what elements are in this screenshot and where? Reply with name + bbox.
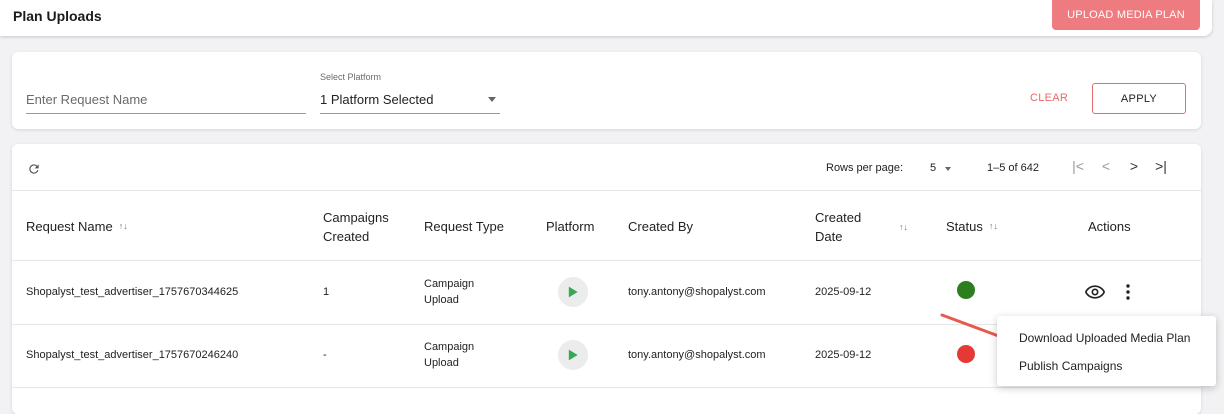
- apply-button[interactable]: APPLY: [1092, 83, 1186, 114]
- cell-created-date: 2025-09-12: [815, 286, 872, 298]
- cell-created-by: tony.antony@shopalyst.com: [628, 286, 766, 298]
- actions-menu: Download Uploaded Media Plan Publish Cam…: [997, 316, 1216, 386]
- chevron-right-icon[interactable]: >: [1126, 158, 1142, 174]
- eye-icon[interactable]: [1085, 285, 1105, 299]
- cell-campaigns-created: -: [323, 349, 327, 361]
- row-divider: [12, 387, 1201, 388]
- status-indicator: [957, 281, 975, 299]
- page-title: Plan Uploads: [13, 8, 102, 24]
- pagination-range: 1–5 of 642: [987, 162, 1039, 174]
- first-page-icon[interactable]: |<: [1070, 158, 1086, 174]
- col-header-actions: Actions: [1088, 219, 1131, 234]
- last-page-icon[interactable]: >|: [1153, 158, 1169, 174]
- platform-select-label: Select Platform: [320, 72, 382, 82]
- col-header-created-date[interactable]: Created Date: [815, 208, 861, 246]
- rows-per-page-label: Rows per page:: [826, 162, 904, 174]
- col-header-platform: Platform: [546, 219, 595, 234]
- google-play-icon: [558, 277, 588, 307]
- col-header-created-by: Created By: [628, 219, 694, 234]
- cell-created-date: 2025-09-12: [815, 349, 872, 361]
- filter-panel: Enter Request Name Select Platform 1 Pla…: [12, 52, 1201, 129]
- col-header-campaigns-created: Campaigns Created: [323, 210, 389, 244]
- sort-icon[interactable]: ↑↓: [119, 221, 128, 231]
- sort-icon[interactable]: ↑↓: [989, 221, 998, 231]
- caret-down-icon[interactable]: [945, 167, 951, 171]
- top-bar: Plan Uploads: [0, 0, 1212, 36]
- refresh-icon[interactable]: [27, 162, 41, 176]
- row-divider: [12, 260, 1201, 261]
- cell-request-name: Shopalyst_test_advertiser_1757670246240: [26, 349, 239, 361]
- platform-select[interactable]: 1 Platform Selected: [320, 90, 500, 114]
- upload-media-plan-button[interactable]: UPLOAD MEDIA PLAN: [1052, 0, 1200, 30]
- col-header-request-type: Request Type: [424, 219, 504, 234]
- col-header-status[interactable]: Status ↑↓: [946, 217, 998, 236]
- cell-created-by: tony.antony@shopalyst.com: [628, 349, 766, 361]
- google-play-icon: [558, 340, 588, 370]
- menu-item-download-media-plan[interactable]: Download Uploaded Media Plan: [1019, 331, 1190, 345]
- rows-per-page-select[interactable]: 5: [930, 162, 936, 174]
- caret-down-icon: [488, 97, 496, 102]
- kebab-menu-icon[interactable]: [1126, 284, 1130, 300]
- sort-icon[interactable]: ↑↓: [899, 222, 908, 232]
- menu-item-publish-campaigns[interactable]: Publish Campaigns: [1019, 359, 1122, 373]
- header-divider: [12, 190, 1201, 191]
- request-name-input[interactable]: Enter Request Name: [26, 90, 306, 114]
- cell-campaigns-created: 1: [323, 286, 330, 298]
- cell-request-type: Campaign Upload: [424, 341, 475, 369]
- chevron-left-icon[interactable]: <: [1098, 158, 1114, 174]
- col-header-request-name[interactable]: Request Name ↑↓: [26, 217, 128, 236]
- cell-request-type: Campaign Upload: [424, 278, 475, 306]
- cell-request-name: Shopalyst_test_advertiser_1757670344625: [26, 286, 239, 298]
- platform-select-value: 1 Platform Selected: [320, 92, 434, 107]
- clear-button[interactable]: CLEAR: [1030, 92, 1068, 104]
